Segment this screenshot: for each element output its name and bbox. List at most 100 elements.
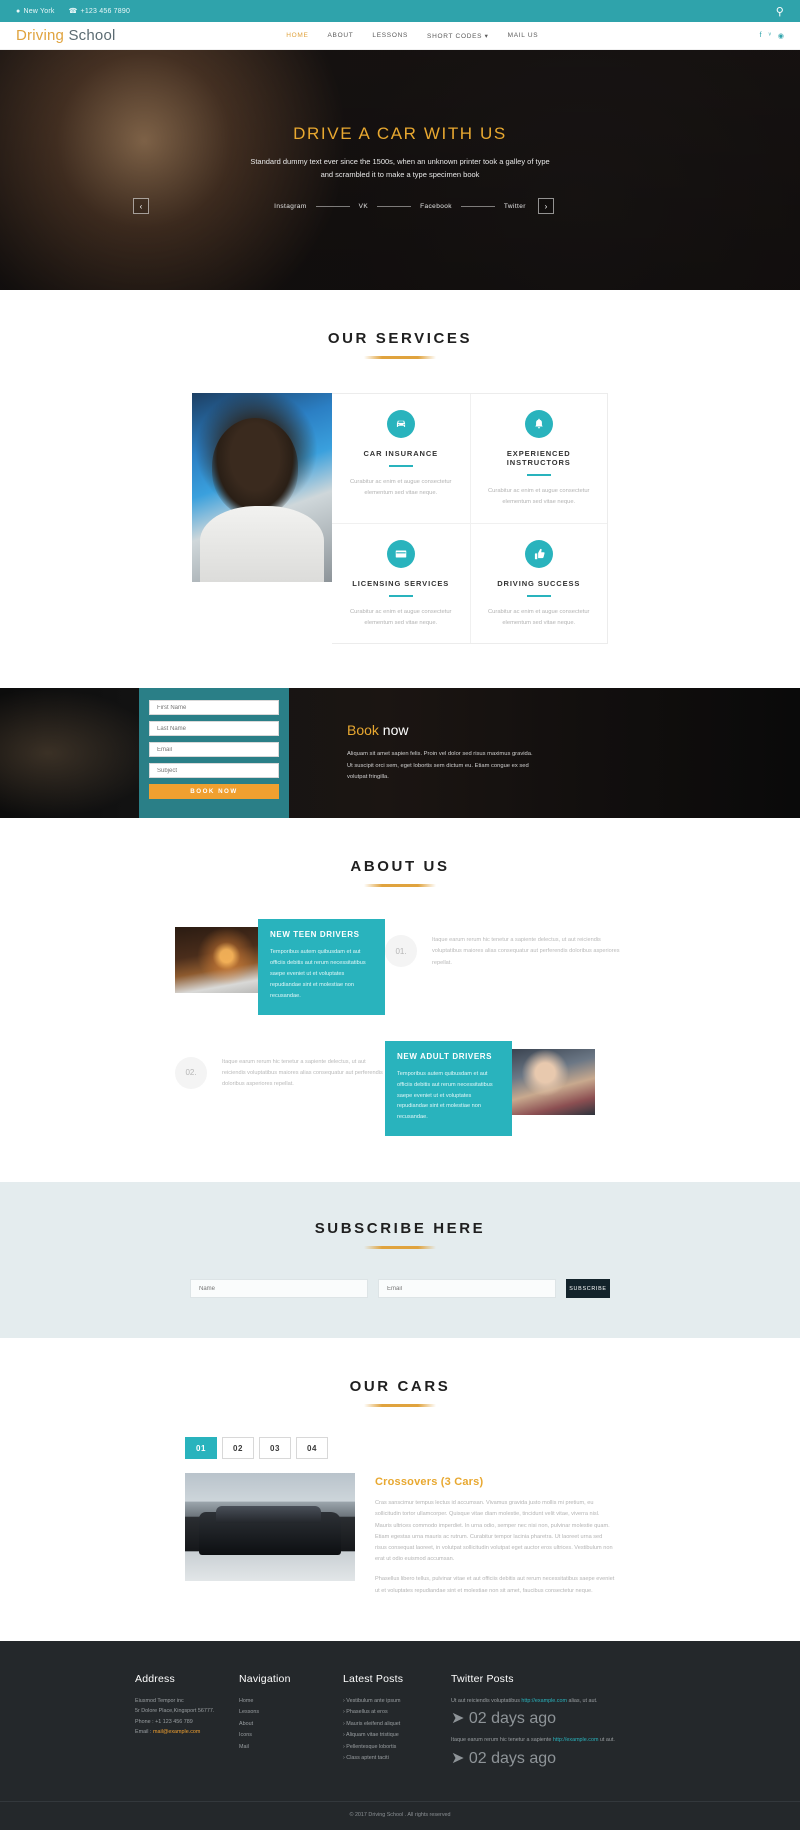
latest-post-text: Aliquam vitae tristique bbox=[346, 1732, 399, 1739]
footer-col-latest-posts: Latest Posts › Vestibulum ante ipsum › P… bbox=[343, 1673, 451, 1775]
latest-post-item[interactable]: › Phasellus at eros bbox=[343, 1707, 451, 1718]
nav-item-home[interactable]: HOME bbox=[286, 32, 308, 40]
facebook-icon[interactable]: f bbox=[760, 32, 762, 40]
subscribe-button[interactable]: SUBSCRIBE bbox=[566, 1279, 610, 1299]
about-number-item-02: 02. Itaque earum rerum hic tenetur a sap… bbox=[175, 1041, 385, 1091]
services-title-block: OUR SERVICES bbox=[0, 330, 800, 359]
footer-phone-value: +1 123 456 789 bbox=[155, 1718, 193, 1725]
title-underline bbox=[364, 1246, 436, 1250]
hero-title: DRIVE A CAR WITH US bbox=[293, 124, 507, 143]
cars-section: OUR CARS 01 02 03 04 Crossovers (3 Cars)… bbox=[0, 1338, 800, 1641]
divider bbox=[315, 206, 350, 208]
footer-email-link[interactable]: mail@example.com bbox=[153, 1729, 200, 1735]
car-tab-02[interactable]: 02 bbox=[222, 1437, 254, 1460]
tweet-item: Itaque earum rerum hic tenetur a sapient… bbox=[451, 1735, 665, 1768]
footer-nav-link-about[interactable]: About bbox=[239, 1721, 253, 1727]
car-tab-04[interactable]: 04 bbox=[296, 1437, 328, 1460]
about-image-adult bbox=[512, 1048, 595, 1115]
subscribe-name-input[interactable] bbox=[190, 1279, 368, 1299]
service-title: DRIVING SUCCESS bbox=[497, 578, 581, 588]
logo[interactable]: Driving School bbox=[16, 27, 116, 44]
nav-item-mail-us[interactable]: MAIL US bbox=[508, 32, 539, 40]
location-item: ● New York bbox=[16, 8, 55, 15]
title-underline bbox=[364, 884, 436, 888]
booking-heading: Book now bbox=[347, 722, 539, 738]
tweet-text: Ut aut reiciendis voluptatibus bbox=[451, 1697, 522, 1704]
phone-icon: ☎ bbox=[68, 8, 78, 15]
latest-post-item[interactable]: › Aliquam vitae tristique bbox=[343, 1730, 451, 1741]
page-root: ● New York ☎ +123 456 7890 ⚲ Driving Sch… bbox=[0, 0, 800, 1830]
latest-post-item[interactable]: › Class aptent taciti bbox=[343, 1753, 451, 1764]
footer-nav-item[interactable]: Mail bbox=[239, 1742, 343, 1753]
about-rows: NEW TEEN DRIVERS Temporibus autem quibus… bbox=[175, 919, 625, 1137]
phone-item[interactable]: ☎ +123 456 7890 bbox=[68, 7, 131, 16]
book-now-button[interactable]: BOOK NOW bbox=[149, 784, 279, 800]
tweet-link[interactable]: http://example.com bbox=[553, 1737, 599, 1743]
booking-section: BOOK NOW Book now Aliquam sit amet sapie… bbox=[0, 688, 800, 819]
service-rule bbox=[388, 465, 413, 467]
footer-nav-item[interactable]: Icons bbox=[239, 1730, 343, 1741]
footer-phone-line: Phone : +1 123 456 789 bbox=[135, 1717, 239, 1728]
service-card-experienced-instructors[interactable]: EXPERIENCED INSTRUCTORS Curabitur ac eni… bbox=[469, 394, 608, 523]
footer-nav-link-lessons[interactable]: Lessons bbox=[239, 1709, 259, 1715]
section-title: SUBSCRIBE HERE bbox=[314, 1220, 486, 1238]
slider-prev-icon[interactable]: ‹ bbox=[133, 198, 149, 214]
car-tab-01[interactable]: 01 bbox=[185, 1437, 217, 1460]
latest-post-item[interactable]: › Vestibulum ante ipsum bbox=[343, 1696, 451, 1707]
car-tab-03[interactable]: 03 bbox=[259, 1437, 291, 1460]
about-card-text: Temporibus autem quibusdam et aut offici… bbox=[270, 949, 366, 999]
divider bbox=[377, 206, 412, 208]
latest-post-text: Class aptent taciti bbox=[346, 1755, 389, 1762]
footer-columns: Address Eiusmod Tempor inc 5r Dolore Pla… bbox=[135, 1673, 665, 1775]
footer-nav-link-home[interactable]: Home bbox=[239, 1698, 253, 1704]
footer-nav-link-icons[interactable]: Icons bbox=[239, 1732, 252, 1738]
last-name-input[interactable] bbox=[149, 721, 279, 737]
main-nav: HOME ABOUT LESSONS SHORT CODES ▾ MAIL US bbox=[226, 32, 538, 40]
twitter-icon[interactable]: ᵛ bbox=[769, 32, 771, 40]
slider-next-icon[interactable]: › bbox=[538, 198, 554, 214]
service-card-car-insurance[interactable]: CAR INSURANCE Curabitur ac enim et augue… bbox=[332, 394, 470, 523]
footer-company: Eiusmod Tempor inc bbox=[135, 1697, 184, 1704]
latest-post-item[interactable]: › Pellentesque lobortis bbox=[343, 1742, 451, 1753]
email-input[interactable] bbox=[149, 742, 279, 758]
logo-first: Driving bbox=[16, 27, 65, 44]
search-icon[interactable]: ⚲ bbox=[776, 5, 784, 18]
card-icon bbox=[386, 539, 415, 568]
about-number-badge: 02. bbox=[175, 1056, 207, 1089]
footer-nav-item[interactable]: Home bbox=[239, 1696, 343, 1707]
first-name-input[interactable] bbox=[149, 700, 279, 716]
hero-social-instagram[interactable]: Instagram bbox=[274, 203, 307, 210]
nav-item-about[interactable]: ABOUT bbox=[328, 32, 354, 40]
title-underline bbox=[364, 1404, 436, 1408]
hero-social-vk[interactable]: VK bbox=[359, 203, 368, 210]
tweet-link[interactable]: http://example.com bbox=[521, 1698, 567, 1704]
map-pin-icon: ● bbox=[16, 7, 21, 15]
footer-heading-twitter-posts: Twitter Posts bbox=[451, 1672, 514, 1685]
service-card-licensing-services[interactable]: LICENSING SERVICES Curabitur ac enim et … bbox=[332, 522, 470, 644]
subject-input[interactable] bbox=[149, 763, 279, 779]
service-card-driving-success[interactable]: DRIVING SUCCESS Curabitur ac enim et aug… bbox=[469, 522, 607, 644]
booking-heading-light: now bbox=[378, 722, 409, 739]
footer-nav-item[interactable]: Lessons bbox=[239, 1707, 343, 1718]
location-text: New York bbox=[23, 7, 55, 15]
about-row-2: 02. Itaque earum rerum hic tenetur a sap… bbox=[175, 1040, 625, 1137]
nav-item-lessons[interactable]: LESSONS bbox=[372, 32, 408, 40]
subscribe-title-block: SUBSCRIBE HERE bbox=[0, 1220, 800, 1250]
hero-social-facebook[interactable]: Facebook bbox=[420, 203, 452, 210]
subscribe-email-input[interactable] bbox=[378, 1279, 556, 1299]
rss-icon[interactable]: ◉ bbox=[778, 32, 784, 40]
hero-social-twitter[interactable]: Twitter bbox=[504, 203, 526, 210]
services-grid: CAR INSURANCE Curabitur ac enim et augue… bbox=[332, 393, 608, 645]
service-rule bbox=[388, 594, 413, 597]
tweet-date-text: 02 days ago bbox=[468, 1749, 557, 1767]
booking-paragraph: Aliquam sit amet sapien felis. Proin vel… bbox=[347, 751, 533, 781]
about-number-text: Itaque earum rerum hic tenetur a sapient… bbox=[432, 937, 620, 966]
phone-text: +123 456 7890 bbox=[80, 7, 131, 15]
latest-post-item[interactable]: › Mauris eleifend aliquet bbox=[343, 1719, 451, 1730]
footer-email-label: Email : bbox=[135, 1729, 153, 1736]
footer-nav-link-mail[interactable]: Mail bbox=[239, 1744, 249, 1750]
nav-item-short-codes[interactable]: SHORT CODES ▾ bbox=[427, 32, 489, 40]
latest-post-text: Pellentesque lobortis bbox=[346, 1743, 397, 1750]
service-title: EXPERIENCED INSTRUCTORS bbox=[506, 449, 571, 467]
footer-nav-item[interactable]: About bbox=[239, 1719, 343, 1730]
